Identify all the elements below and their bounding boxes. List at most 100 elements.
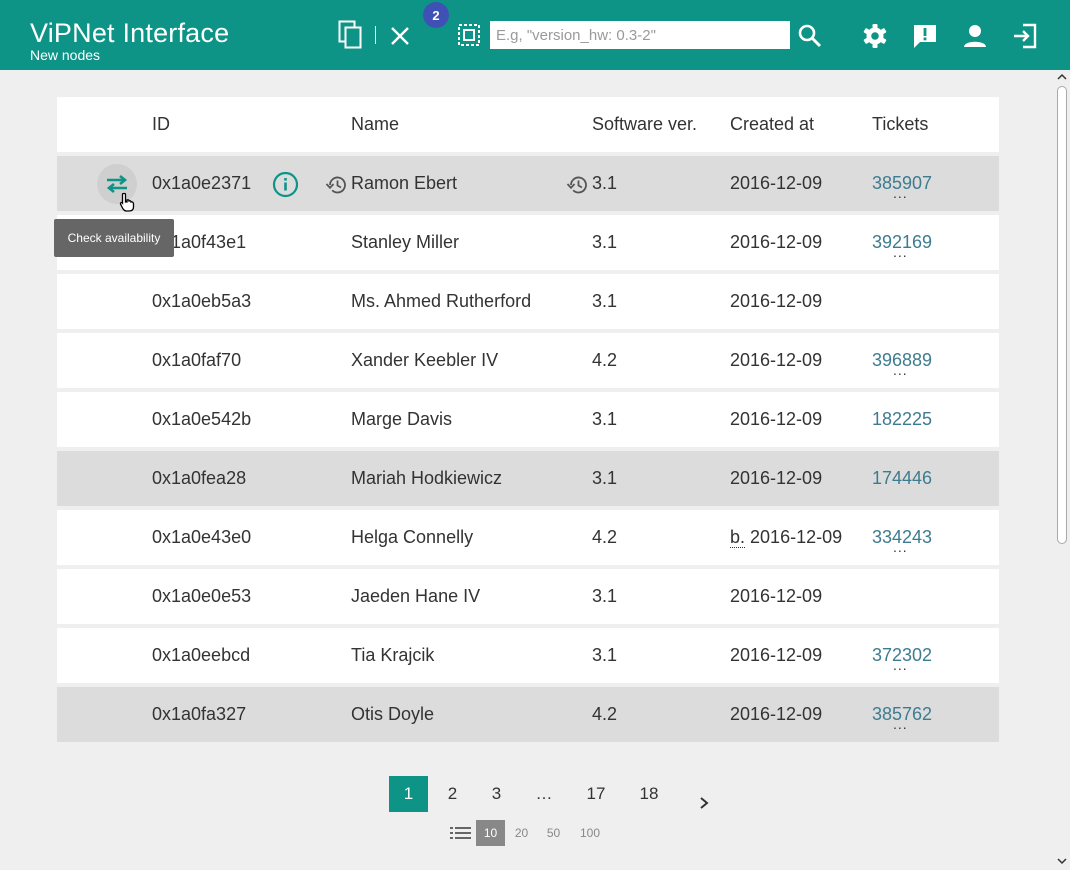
- table-row[interactable]: 0x1a0e43e0 Helga Connelly 4.2 b. 2016-12…: [57, 510, 999, 565]
- table-row[interactable]: 0x1a0e2371 Ramon Ebert 3.1 2016-12-09 38…: [57, 156, 999, 212]
- table-row[interactable]: 0x1a0eb5a3 Ms. Ahmed Rutherford 3.1 2016…: [57, 274, 999, 329]
- feedback-icon[interactable]: [911, 22, 939, 50]
- cell-software: 3.1: [592, 468, 618, 488]
- table-row[interactable]: 0x1a0f43e1 Stanley Miller 3.1 2016-12-09…: [57, 215, 999, 270]
- table-header: ID Name Software ver. Created at Tickets: [57, 97, 999, 152]
- selection-count-badge: 2: [423, 2, 449, 28]
- cell-name: Otis Doyle: [351, 704, 435, 724]
- ticket-link[interactable]: 334243: [872, 510, 932, 565]
- cell-name: Ms. Ahmed Rutherford: [351, 291, 532, 311]
- cell-id: 0x1a0eebcd: [152, 645, 251, 665]
- ticket-link[interactable]: 174446: [872, 451, 932, 506]
- more-tickets[interactable]: ...: [893, 363, 908, 377]
- scrollbar[interactable]: [1054, 70, 1070, 870]
- cell-created: 2016-12-09: [730, 468, 823, 488]
- column-header-tickets[interactable]: Tickets: [872, 97, 928, 152]
- ticket-link[interactable]: 392169: [872, 215, 932, 270]
- cell-created: 2016-12-09: [730, 704, 823, 724]
- cell-id: 0x1a0e542b: [152, 409, 252, 429]
- cell-id: 0x1a0fea28: [152, 468, 247, 488]
- search-icon[interactable]: [797, 23, 823, 49]
- app-header: ViPNet Interface New nodes 2: [0, 0, 1070, 70]
- close-icon[interactable]: [388, 24, 412, 48]
- more-tickets[interactable]: ...: [893, 658, 908, 672]
- page-button-17[interactable]: 17: [574, 776, 618, 812]
- cell-id: 0x1a0fa327: [152, 704, 247, 724]
- tooltip: Check availability: [54, 219, 174, 257]
- ticket-link[interactable]: 385762: [872, 687, 932, 742]
- more-tickets[interactable]: ...: [893, 186, 908, 200]
- page-size-50[interactable]: 50: [540, 820, 567, 846]
- cell-name: Mariah Hodkiewicz: [351, 468, 503, 488]
- history-icon[interactable]: [566, 175, 588, 200]
- ticket-link[interactable]: 396889: [872, 333, 932, 388]
- cell-created: 2016-12-09: [730, 586, 823, 606]
- column-header-name[interactable]: Name: [351, 97, 399, 152]
- more-tickets[interactable]: ...: [893, 717, 908, 731]
- page-size-selector: 10 20 50 100: [450, 820, 610, 846]
- app-title: ViPNet Interface: [30, 18, 230, 48]
- cell-software: 3.1: [592, 232, 618, 252]
- table-row[interactable]: 0x1a0faf70 Xander Keebler IV 4.2 2016-12…: [57, 333, 999, 388]
- created-date: 2016-12-09: [750, 527, 843, 547]
- cell-id: 0x1a0faf70: [152, 350, 242, 370]
- gear-icon[interactable]: [861, 22, 889, 50]
- table-row[interactable]: 0x1a0eebcd Tia Krajcik 3.1 2016-12-09 37…: [57, 628, 999, 683]
- cell-software: 3.1: [592, 173, 618, 193]
- scroll-thumb[interactable]: [1057, 86, 1067, 544]
- ticket-link[interactable]: 182225: [872, 392, 932, 447]
- cell-name: Ramon Ebert: [351, 173, 458, 193]
- column-header-id[interactable]: ID: [152, 97, 170, 152]
- cell-software: 4.2: [592, 350, 618, 370]
- next-page-button[interactable]: [692, 776, 716, 812]
- scroll-up-icon[interactable]: [1057, 72, 1067, 82]
- hand-cursor-icon: [119, 192, 135, 217]
- cell-created: 2016-12-09: [730, 350, 823, 370]
- more-tickets[interactable]: ...: [893, 540, 908, 554]
- brand: ViPNet Interface New nodes: [30, 18, 229, 62]
- page-size-10[interactable]: 10: [476, 820, 505, 846]
- cell-software: 3.1: [592, 645, 618, 665]
- history-icon[interactable]: [325, 175, 347, 200]
- list-icon: [450, 826, 471, 845]
- copy-icon[interactable]: [337, 20, 365, 50]
- page-subtitle: New nodes: [30, 47, 101, 63]
- table-row[interactable]: 0x1a0fa327 Otis Doyle 4.2 2016-12-09 385…: [57, 687, 999, 742]
- cell-software: 4.2: [592, 704, 618, 724]
- column-header-created[interactable]: Created at: [730, 97, 814, 152]
- cell-name: Stanley Miller: [351, 232, 460, 252]
- page-button-2[interactable]: 2: [433, 776, 472, 812]
- toolbar-separator: [375, 26, 376, 44]
- cell-name: Helga Connelly: [351, 527, 474, 547]
- table-row[interactable]: 0x1a0e0e53 Jaeden Hane IV 3.1 2016-12-09: [57, 569, 999, 624]
- created-prefix: b.: [730, 527, 746, 548]
- cell-created: 2016-12-09: [730, 645, 823, 665]
- cell-name: Tia Krajcik: [351, 645, 435, 665]
- cell-software: 4.2: [592, 527, 618, 547]
- cell-id: 0x1a0e2371: [152, 173, 252, 193]
- page-button-3[interactable]: 3: [477, 776, 516, 812]
- scroll-down-icon[interactable]: [1057, 856, 1067, 866]
- search-input[interactable]: [490, 21, 790, 49]
- select-all-icon[interactable]: [457, 23, 481, 47]
- page-size-100[interactable]: 100: [574, 820, 606, 846]
- cell-name: Marge Davis: [351, 409, 453, 429]
- chevron-right-icon: [700, 797, 709, 809]
- cell-software: 3.1: [592, 291, 618, 311]
- cell-name: Jaeden Hane IV: [351, 586, 481, 606]
- ticket-link[interactable]: 372302: [872, 628, 932, 683]
- info-icon[interactable]: [272, 171, 299, 203]
- cell-created: 2016-12-09: [730, 232, 823, 252]
- column-header-software[interactable]: Software ver.: [592, 97, 697, 152]
- page-size-20[interactable]: 20: [508, 820, 535, 846]
- page-button-1[interactable]: 1: [389, 776, 428, 812]
- ticket-link[interactable]: 385907: [872, 156, 932, 211]
- table-row[interactable]: 0x1a0fea28 Mariah Hodkiewicz 3.1 2016-12…: [57, 451, 999, 506]
- logout-icon[interactable]: [1011, 22, 1039, 50]
- table-row[interactable]: 0x1a0e542b Marge Davis 3.1 2016-12-09 18…: [57, 392, 999, 447]
- page-button-18[interactable]: 18: [627, 776, 671, 812]
- more-tickets[interactable]: ...: [893, 245, 908, 259]
- user-icon[interactable]: [961, 22, 989, 50]
- cell-name: Xander Keebler IV: [351, 350, 499, 370]
- cell-software: 3.1: [592, 409, 618, 429]
